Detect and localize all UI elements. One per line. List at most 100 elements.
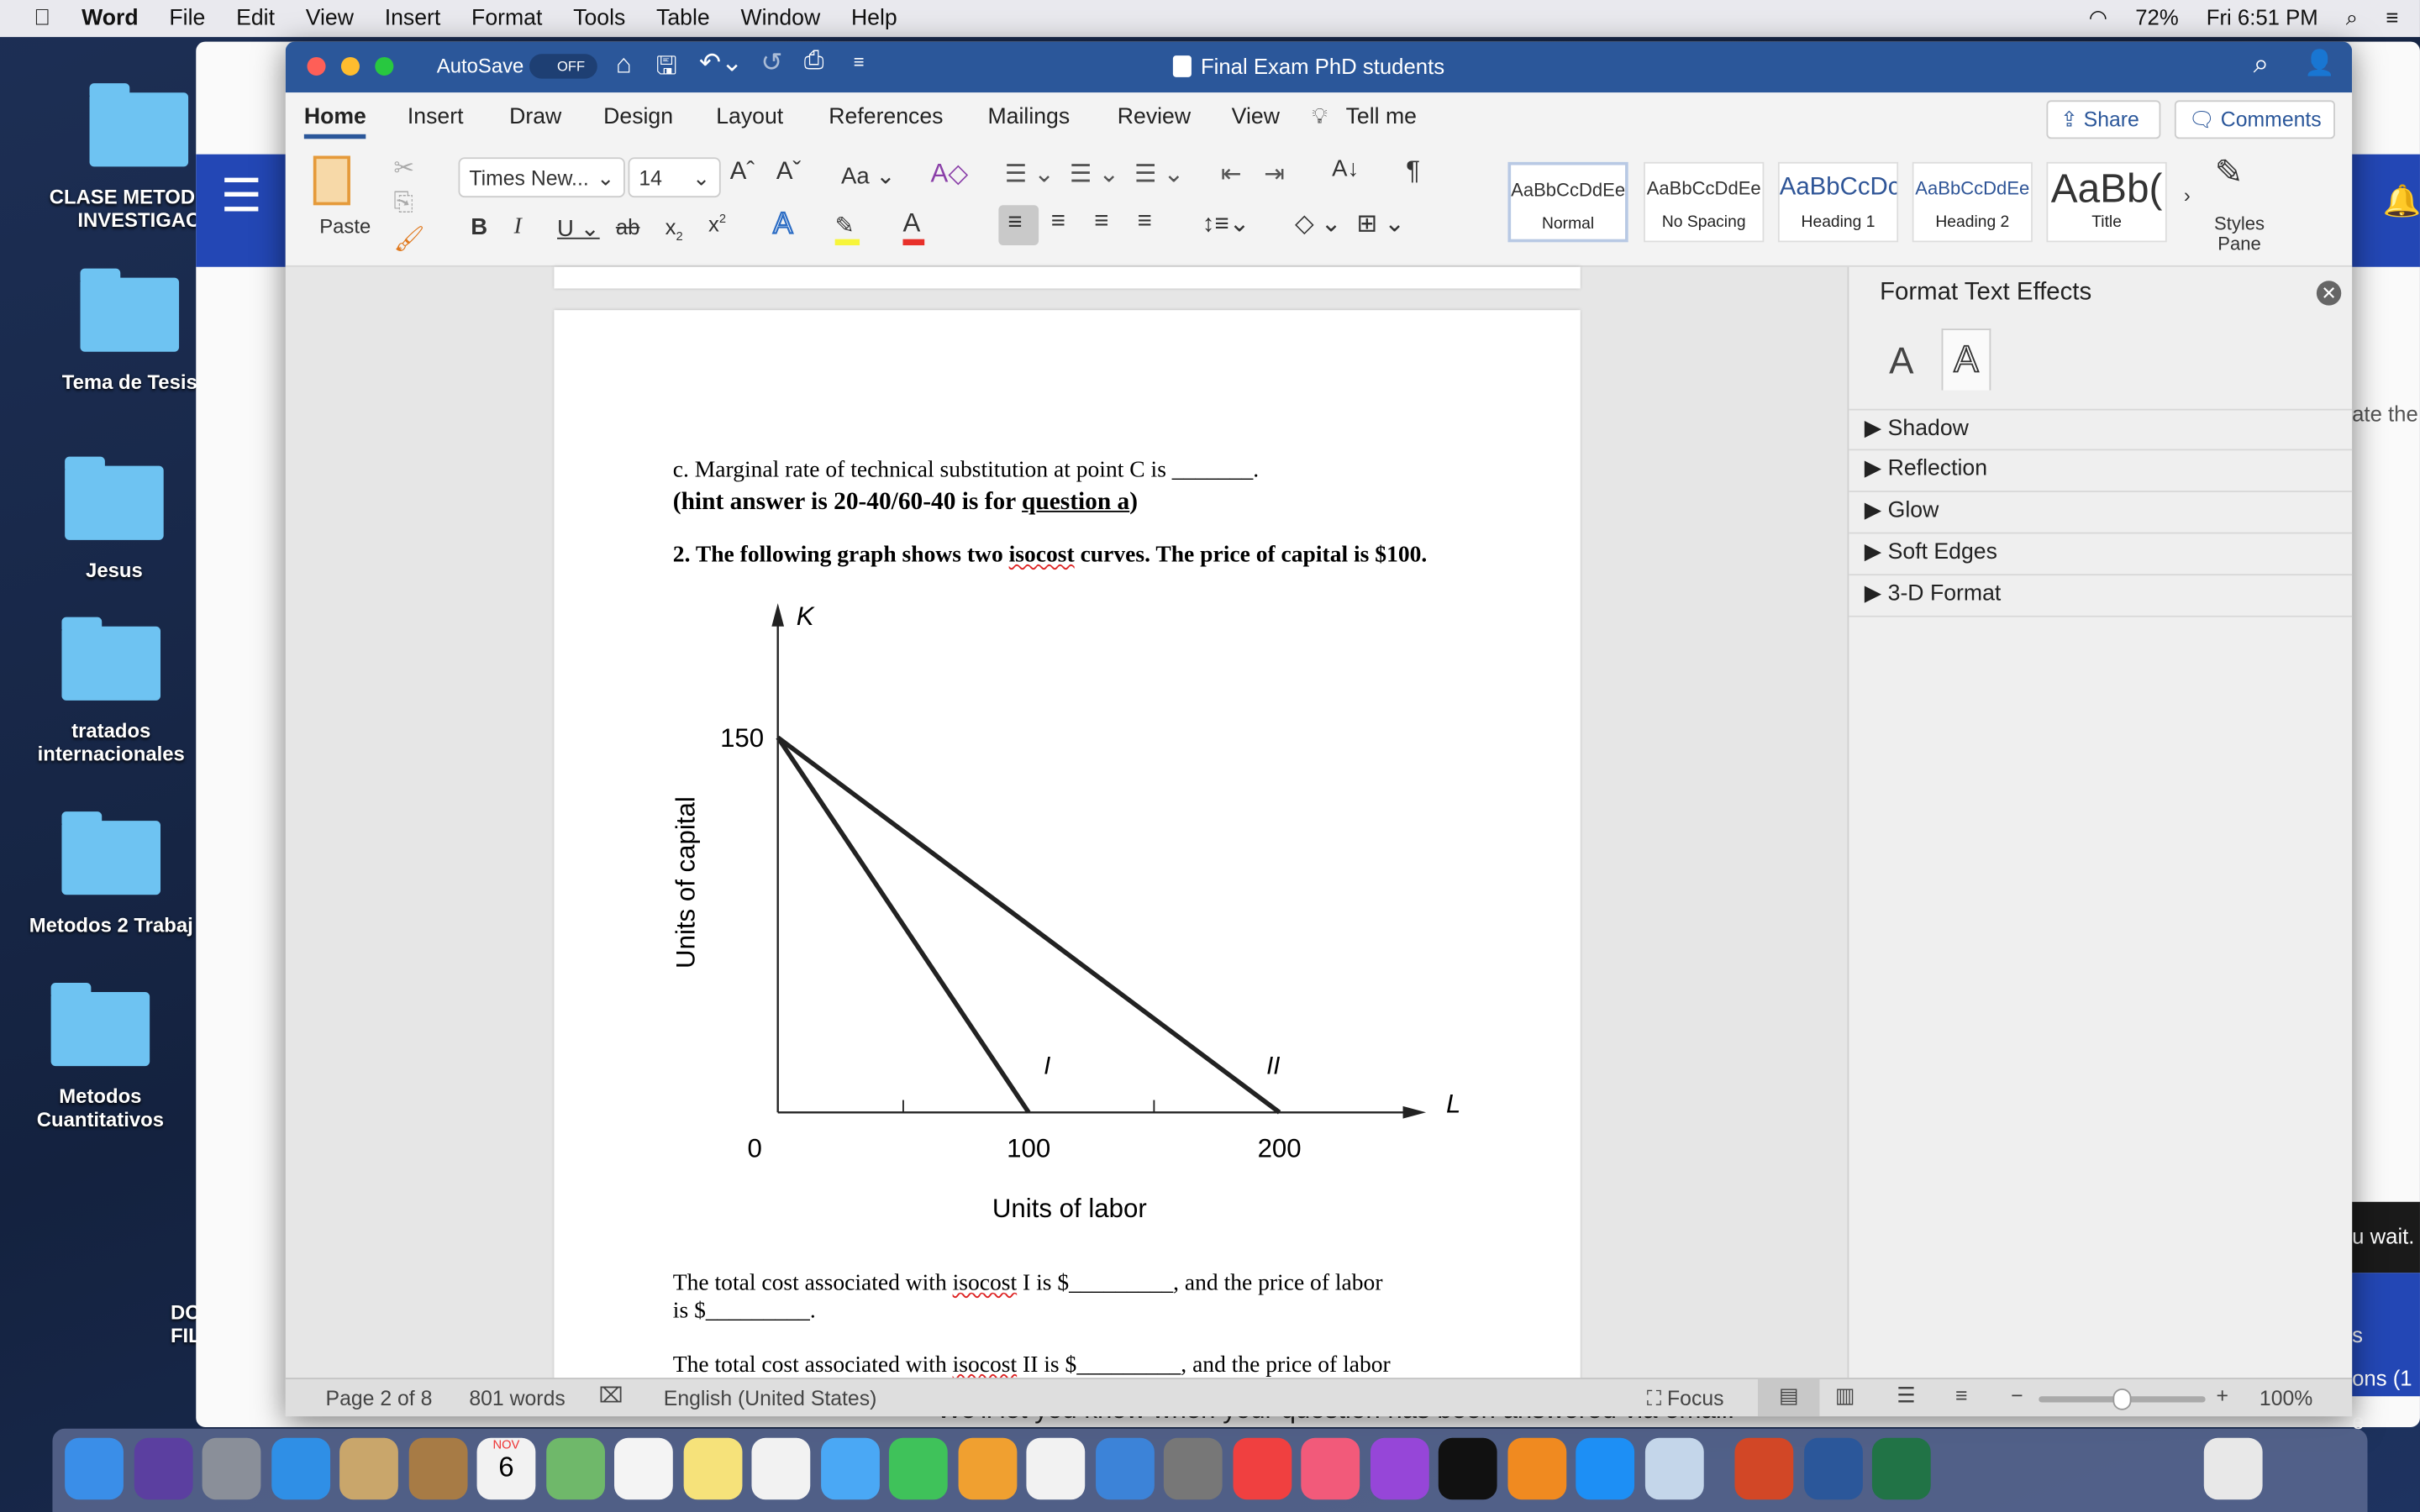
print-layout-view-icon[interactable]: ▤	[1758, 1379, 1820, 1417]
zoom-window-button[interactable]	[375, 56, 394, 76]
highlight-button[interactable]: ✎	[834, 212, 860, 246]
paste-button[interactable]: Paste	[319, 214, 371, 238]
dock-keynote-icon[interactable]	[1095, 1437, 1154, 1500]
dock-reminders-icon[interactable]	[614, 1437, 673, 1500]
customize-toolbar-icon[interactable]: ≡	[854, 51, 865, 73]
tab-insert[interactable]: Insert	[408, 105, 464, 129]
bold-button[interactable]: B	[471, 214, 487, 240]
section-soft-edges[interactable]: ▶︎ Soft Edges	[1849, 533, 2353, 576]
dock-contacts-icon[interactable]	[408, 1437, 467, 1500]
styles-pane-button[interactable]: Styles Pane	[2212, 213, 2267, 255]
dock-music-icon[interactable]	[1301, 1437, 1360, 1500]
font-size-dropdown[interactable]: 14 ⌄	[628, 157, 721, 198]
show-formatting-icon[interactable]: ¶	[1406, 156, 1420, 187]
dock-powerpoint-icon[interactable]	[1734, 1437, 1794, 1500]
borders-icon[interactable]: ⊞ ⌄	[1356, 208, 1404, 239]
menu-app-word[interactable]: Word	[82, 6, 139, 30]
print-icon[interactable]: ⎙	[804, 48, 824, 76]
bullets-icon[interactable]: ☰ ⌄	[1005, 159, 1055, 190]
desktop-folder[interactable]: Metodos 2 Trabaj	[18, 811, 203, 937]
paste-icon[interactable]	[313, 155, 350, 206]
strikethrough-button[interactable]: ab	[616, 214, 640, 239]
dock-finder-icon[interactable]	[65, 1437, 124, 1500]
clock[interactable]: Fri 6:51 PM	[2207, 5, 2318, 31]
tab-references[interactable]: References	[829, 105, 943, 129]
redo-icon[interactable]: ↺	[760, 48, 782, 79]
menu-insert[interactable]: Insert	[385, 6, 441, 30]
tab-layout[interactable]: Layout	[716, 105, 783, 129]
section-reflection[interactable]: ▶︎ Reflection	[1849, 450, 2353, 492]
copy-icon[interactable]: ⎘	[393, 190, 413, 218]
dock-excel-icon[interactable]	[1871, 1437, 1931, 1500]
style-heading-1[interactable]: AaBbCcDc Heading 1	[1777, 161, 1899, 243]
tab-draw[interactable]: Draw	[509, 105, 561, 129]
wifi-icon[interactable]: ◠	[2089, 5, 2107, 31]
outline-view-icon[interactable]: ☰	[1897, 1384, 1915, 1409]
dock-mail-icon[interactable]	[339, 1437, 398, 1500]
tab-text-effects[interactable]: A	[1941, 328, 1991, 391]
dock-messages-icon[interactable]	[820, 1437, 880, 1500]
align-center-button[interactable]: ≡	[1051, 208, 1065, 236]
zoom-out-button[interactable]: −	[2011, 1384, 2023, 1408]
desktop-folder[interactable]: Tema de Tesis	[37, 268, 222, 393]
share-button[interactable]: ⇪ Share	[2046, 100, 2161, 139]
document-title[interactable]: Final Exam PhD students	[1201, 54, 1444, 78]
zoom-slider[interactable]	[2039, 1389, 2206, 1410]
dock-launchpad-icon[interactable]	[202, 1437, 261, 1500]
section-3d-format[interactable]: ▶︎ 3-D Format	[1849, 575, 2353, 617]
hamburger-icon[interactable]: ☰	[221, 170, 286, 223]
focus-button[interactable]: ⛶ Focus	[1647, 1387, 1724, 1411]
comments-button[interactable]: 🗨︎ Comments	[2174, 100, 2335, 139]
justify-button[interactable]: ≡	[1138, 208, 1152, 236]
tell-me-search[interactable]: Tell me	[1346, 105, 1417, 129]
decrease-font-icon[interactable]: Aˇ	[776, 159, 801, 186]
align-right-button[interactable]: ≡	[1094, 208, 1108, 236]
draft-view-icon[interactable]: ≡	[1955, 1384, 1967, 1408]
close-window-button[interactable]	[307, 56, 326, 76]
underline-button[interactable]: U ⌄	[557, 214, 600, 242]
shading-icon[interactable]: ◇ ⌄	[1295, 208, 1341, 239]
menu-format[interactable]: Format	[471, 6, 542, 30]
proofing-icon[interactable]: ⌧	[599, 1384, 623, 1409]
dock-trash-icon[interactable]	[2202, 1437, 2262, 1500]
dock-system-preferences-icon[interactable]	[1163, 1437, 1223, 1500]
menu-tools[interactable]: Tools	[573, 6, 625, 30]
save-icon[interactable]: 🖫	[656, 50, 677, 92]
styles-pane-icon[interactable]: ✎	[2215, 153, 2244, 193]
minimize-window-button[interactable]	[340, 56, 360, 76]
web-layout-view-icon[interactable]: ▥	[1835, 1384, 1854, 1409]
decrease-indent-icon[interactable]: ⇤	[1221, 159, 1242, 190]
zoom-slider-thumb[interactable]	[2112, 1389, 2132, 1410]
desktop-folder[interactable]: Metodos Cuantitativos	[8, 982, 192, 1131]
dock-podcasts-icon[interactable]	[1370, 1437, 1428, 1500]
dock-books-icon[interactable]	[1507, 1437, 1566, 1500]
dock-maps-icon[interactable]	[545, 1437, 605, 1500]
dock-notes-icon[interactable]	[682, 1437, 742, 1500]
styles-gallery-next-icon[interactable]: ›	[2184, 184, 2191, 207]
desktop-folder[interactable]: tratados internacionales	[18, 617, 203, 765]
clear-formatting-icon[interactable]: A◇	[931, 159, 969, 190]
dock-word-icon[interactable]	[1803, 1437, 1862, 1500]
menu-window[interactable]: Window	[740, 6, 820, 30]
dock-tv-icon[interactable]	[1438, 1437, 1497, 1500]
language[interactable]: English (United States)	[664, 1387, 877, 1410]
battery-level[interactable]: 72%	[2135, 5, 2178, 31]
style-normal[interactable]: AaBbCcDdEe Normal	[1507, 161, 1628, 243]
dock-app-store-icon[interactable]	[1576, 1437, 1635, 1500]
menu-file[interactable]: File	[169, 6, 205, 30]
tab-review[interactable]: Review	[1118, 105, 1191, 129]
desktop-file[interactable]: DO FIL	[139, 1300, 201, 1347]
sort-icon[interactable]: A↓	[1332, 156, 1359, 182]
italic-button[interactable]: I	[514, 214, 522, 240]
increase-indent-icon[interactable]: ⇥	[1264, 159, 1285, 190]
dock-photos-icon[interactable]	[751, 1437, 811, 1500]
superscript-button[interactable]: x2	[708, 212, 726, 236]
dock-news-icon[interactable]	[1232, 1437, 1292, 1500]
dock-numbers-icon[interactable]	[1026, 1437, 1086, 1500]
control-center-icon[interactable]: ≡	[2386, 5, 2398, 31]
dock-pages-icon[interactable]	[957, 1437, 1017, 1500]
search-icon[interactable]: ⌕	[2254, 48, 2270, 81]
document-page[interactable]: c. Marginal rate of technical substituti…	[554, 310, 1581, 1390]
menu-edit[interactable]: Edit	[236, 6, 275, 30]
dock-facetime-icon[interactable]	[888, 1437, 948, 1500]
